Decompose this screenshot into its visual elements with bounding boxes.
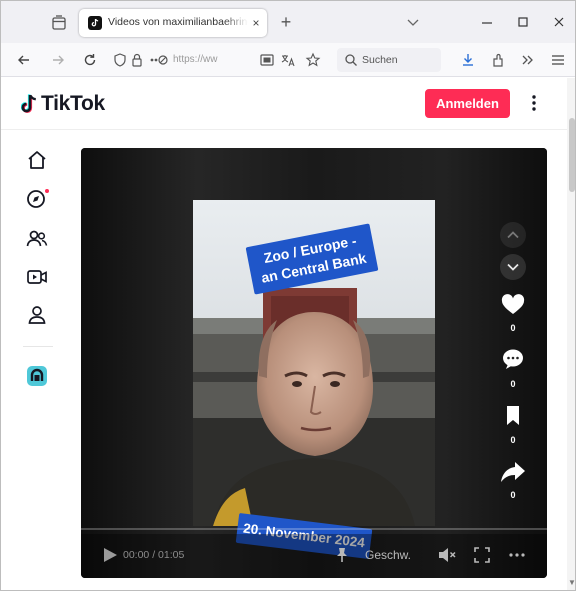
minimize-icon[interactable] bbox=[479, 13, 495, 31]
tiktok-note-icon bbox=[21, 94, 36, 113]
back-icon[interactable] bbox=[15, 51, 33, 69]
live-icon[interactable] bbox=[25, 265, 49, 289]
overflow-icon[interactable] bbox=[519, 51, 537, 69]
permissions-icon[interactable] bbox=[148, 52, 170, 68]
comment-action[interactable]: 0 bbox=[499, 348, 527, 389]
share-count: 0 bbox=[510, 490, 516, 500]
sidebar-divider bbox=[23, 346, 53, 347]
pin-icon[interactable] bbox=[333, 546, 351, 564]
lock-icon[interactable] bbox=[130, 52, 144, 68]
tiktok-page: TikTok Anmelden Zoo / Europe - an Centra… bbox=[1, 78, 567, 590]
save-action[interactable]: 0 bbox=[499, 404, 527, 445]
video-player[interactable]: Zoo / Europe - an Central Bank 20. Novem… bbox=[81, 148, 547, 578]
following-icon[interactable] bbox=[25, 227, 49, 251]
tab-close-icon[interactable]: × bbox=[249, 15, 263, 31]
scroll-down-arrow-icon[interactable]: ▼ bbox=[568, 578, 575, 588]
tiktok-sidebar bbox=[1, 131, 71, 590]
explore-icon[interactable] bbox=[25, 187, 49, 211]
menu-icon[interactable] bbox=[549, 51, 567, 69]
speed-button[interactable]: Geschw. bbox=[365, 548, 411, 562]
tiktok-header: TikTok Anmelden bbox=[1, 78, 567, 130]
share-icon[interactable] bbox=[499, 460, 527, 484]
forward-icon[interactable] bbox=[49, 51, 67, 69]
address-bar[interactable]: https://ww bbox=[108, 48, 330, 72]
like-action[interactable]: 0 bbox=[499, 294, 527, 334]
heart-icon[interactable] bbox=[499, 294, 527, 316]
app-icon[interactable] bbox=[25, 364, 49, 388]
tab-tiktok[interactable]: Videos von maximilianbaehring × bbox=[79, 9, 267, 37]
reader-icon[interactable] bbox=[259, 52, 275, 68]
play-icon[interactable] bbox=[101, 546, 119, 564]
next-video-button[interactable] bbox=[499, 252, 527, 282]
fullscreen-icon[interactable] bbox=[473, 546, 491, 564]
more-controls-icon[interactable] bbox=[507, 546, 527, 564]
previous-video-button[interactable] bbox=[499, 220, 527, 250]
tiktok-favicon-icon bbox=[88, 16, 102, 30]
mute-icon[interactable] bbox=[437, 546, 457, 564]
search-box[interactable]: Suchen bbox=[337, 48, 441, 72]
search-placeholder: Suchen bbox=[362, 54, 398, 66]
comment-icon[interactable] bbox=[499, 348, 527, 370]
tab-title: Videos von maximilianbaehring bbox=[108, 16, 248, 30]
login-button[interactable]: Anmelden bbox=[425, 89, 510, 118]
close-icon[interactable] bbox=[551, 13, 567, 31]
profile-icon[interactable] bbox=[25, 303, 49, 327]
page-scrollbar[interactable]: ▼ bbox=[567, 78, 575, 590]
comment-count: 0 bbox=[510, 379, 516, 389]
share-action[interactable]: 0 bbox=[499, 460, 527, 500]
more-options-icon[interactable] bbox=[525, 91, 543, 115]
translate-icon[interactable] bbox=[280, 52, 296, 68]
tab-strip: Videos von maximilianbaehring × + bbox=[1, 1, 575, 43]
notification-dot bbox=[45, 189, 49, 193]
progress-bar[interactable] bbox=[81, 528, 547, 530]
new-tab-icon[interactable]: + bbox=[277, 11, 295, 33]
download-icon[interactable] bbox=[459, 51, 477, 69]
save-count: 0 bbox=[510, 435, 516, 445]
navigation-toolbar: https://ww Suchen bbox=[1, 43, 575, 77]
search-icon bbox=[345, 54, 357, 66]
browser-window: Videos von maximilianbaehring × + https:… bbox=[0, 0, 576, 591]
time-display: 00:00 / 01:05 bbox=[123, 549, 185, 561]
reload-icon[interactable] bbox=[81, 51, 99, 69]
bookmark-icon[interactable] bbox=[499, 404, 527, 426]
bookmark-star-icon[interactable] bbox=[305, 52, 321, 68]
list-all-tabs-icon[interactable] bbox=[405, 13, 421, 31]
extensions-icon[interactable] bbox=[489, 51, 507, 69]
home-icon[interactable] bbox=[25, 148, 49, 172]
url-text: https://ww bbox=[173, 54, 218, 65]
scrollbar-thumb[interactable] bbox=[569, 118, 575, 192]
tab-overview-icon[interactable] bbox=[49, 13, 69, 33]
maximize-icon[interactable] bbox=[515, 13, 531, 31]
like-count: 0 bbox=[510, 323, 516, 333]
shield-icon[interactable] bbox=[112, 52, 128, 68]
tiktok-logo-text: TikTok bbox=[41, 92, 105, 115]
